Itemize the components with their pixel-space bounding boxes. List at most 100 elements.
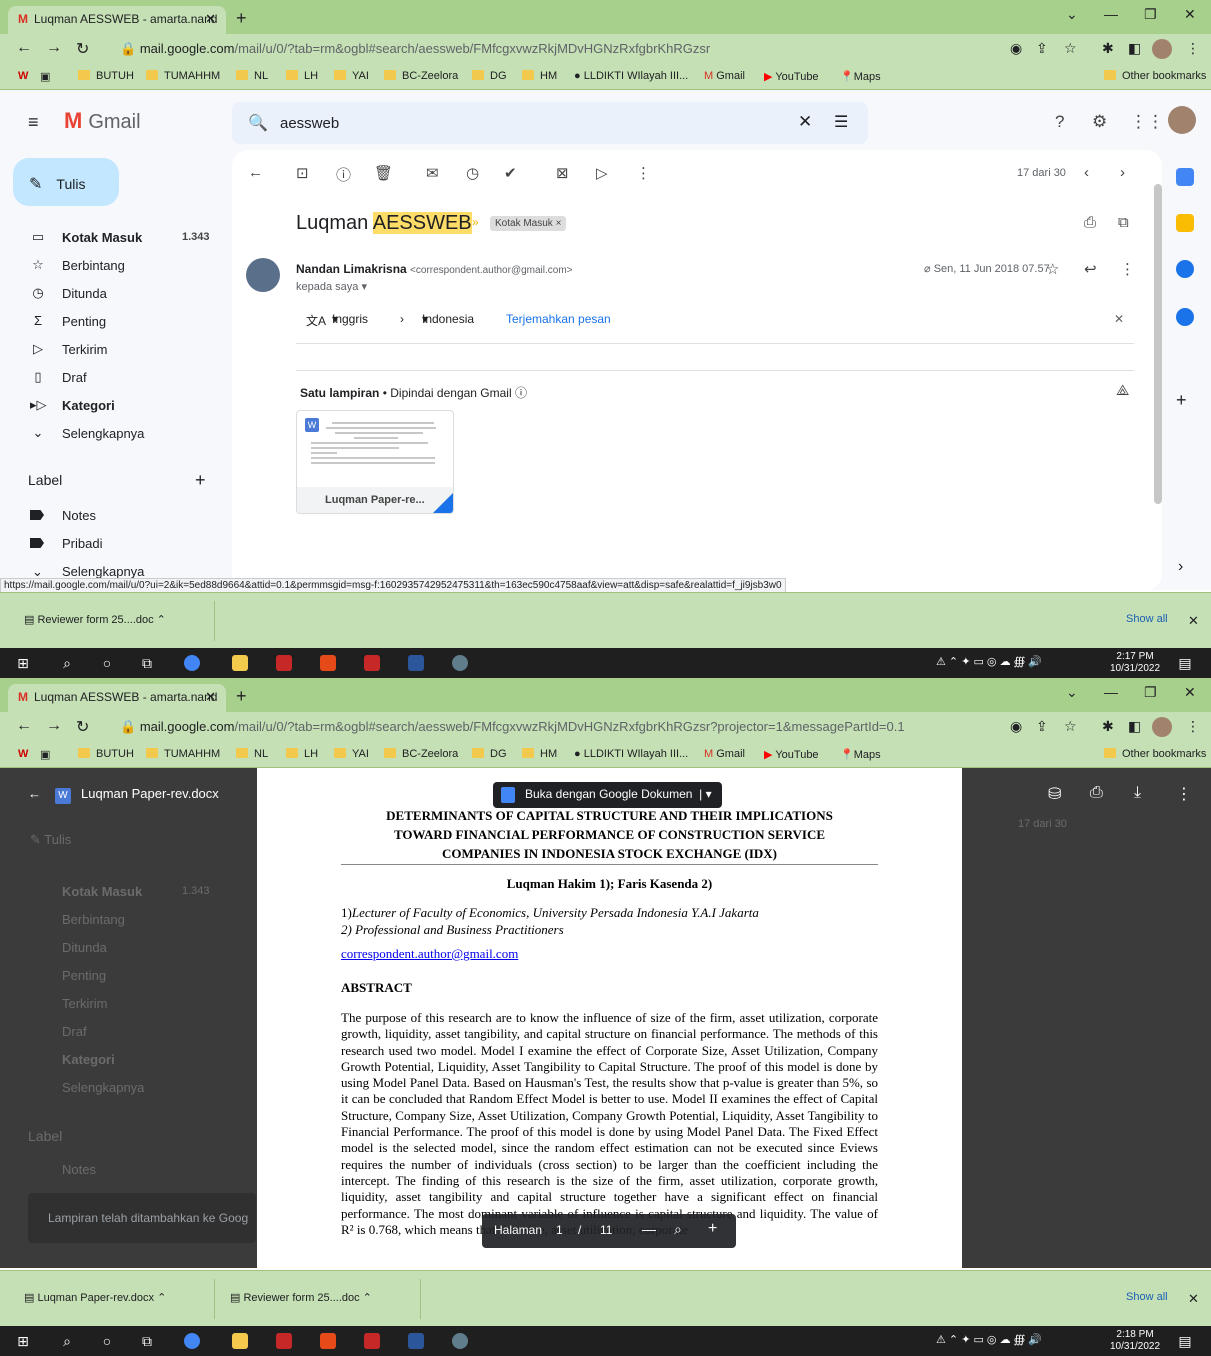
reload-icon[interactable]: ↻ — [76, 717, 89, 737]
add-addon-icon[interactable]: + — [1176, 390, 1187, 411]
label-item-more[interactable]: ⌄ Selengkapnya — [32, 564, 144, 579]
print-icon[interactable]: ⎙ — [1084, 214, 1096, 231]
acrobat-icon[interactable] — [364, 1333, 380, 1349]
delete-icon[interactable]: 🗑 — [374, 164, 393, 182]
contacts-icon[interactable] — [1176, 308, 1194, 326]
close-tab-icon[interactable]: ✕ — [205, 689, 216, 705]
file-explorer-icon[interactable] — [232, 1333, 248, 1349]
eye-icon[interactable]: ◉ — [1010, 40, 1022, 57]
word-icon[interactable] — [408, 1333, 424, 1349]
more-options-icon[interactable]: ⋮ — [1176, 784, 1192, 804]
download-item[interactable]: ▤ Luqman Paper-rev.docx ⌃ — [24, 1291, 166, 1304]
share-icon[interactable]: ⇪ — [1036, 718, 1048, 735]
show-all-downloads[interactable]: Show all — [1126, 613, 1168, 625]
sidebar-item-starred[interactable]: ☆ Berbintang — [0, 252, 220, 280]
bookmark-item[interactable]: NL — [236, 748, 268, 760]
bookmark-item[interactable]: ▶ YouTube — [764, 70, 819, 83]
bookmark-item[interactable]: 📍Maps — [840, 70, 881, 83]
sidebar-item-snoozed[interactable]: ◷ Ditunda — [0, 280, 220, 308]
close-window-icon[interactable]: ✕ — [1184, 684, 1196, 701]
importance-marker-icon[interactable]: » — [472, 215, 479, 229]
close-download-bar-icon[interactable]: ✕ — [1188, 1291, 1199, 1307]
close-tab-icon[interactable]: ✕ — [205, 11, 216, 27]
other-bookmarks[interactable]: Other bookmarks — [1104, 748, 1206, 760]
search-icon[interactable]: ⌕ — [58, 655, 76, 672]
back-icon[interactable]: ← — [16, 717, 32, 735]
clear-search-icon[interactable]: ✕ — [798, 112, 812, 132]
forward-icon[interactable]: → — [46, 39, 62, 57]
next-icon[interactable]: › — [1120, 164, 1125, 181]
bookmark-item[interactable]: M Gmail — [704, 70, 745, 82]
add-to-drive-icon[interactable]: ⛁ — [1048, 784, 1061, 804]
zoom-in-icon[interactable]: + — [708, 1220, 717, 1238]
search-options-icon[interactable]: ☰ — [834, 112, 848, 132]
bookmark-item[interactable]: M Gmail — [704, 748, 745, 760]
expand-panel-icon[interactable]: › — [1178, 558, 1183, 576]
reload-icon[interactable]: ↻ — [76, 39, 89, 59]
chrome-icon[interactable] — [184, 1333, 200, 1349]
bookmark-item[interactable]: DG — [472, 70, 507, 82]
close-window-icon[interactable]: ✕ — [1184, 6, 1196, 23]
menu-icon[interactable]: ⋮ — [1186, 718, 1200, 735]
download-item[interactable]: ▤ Reviewer form 25....doc ⌃ — [24, 613, 166, 626]
reply-icon[interactable]: ↩ — [1084, 260, 1097, 278]
close-translate-icon[interactable]: ✕ — [1114, 312, 1124, 326]
bookmark-item[interactable]: YAI — [334, 70, 369, 82]
mark-unread-icon[interactable]: ✉ — [426, 164, 439, 182]
info-icon[interactable]: ⓘ — [515, 386, 527, 400]
close-viewer-icon[interactable]: ← — [28, 786, 41, 801]
add-label-icon[interactable]: + — [195, 470, 206, 491]
back-icon[interactable]: ← — [16, 39, 32, 57]
bookmark-app-icon[interactable]: ▣ — [40, 748, 50, 761]
sidebar-item-drafts[interactable]: ▯ Draf — [0, 364, 220, 392]
previous-icon[interactable]: ‹ — [1084, 164, 1089, 181]
source-language-select[interactable]: Inggris ▾ — [332, 312, 368, 326]
bookmark-item[interactable]: NL — [236, 70, 268, 82]
chrome-profile-icon[interactable] — [452, 1333, 468, 1349]
bookmark-app-icon[interactable]: ▣ — [40, 70, 50, 83]
move-to-icon[interactable]: ⊠ — [556, 164, 569, 182]
extensions-icon[interactable]: ✱ — [1102, 40, 1114, 57]
sidebar-item-categories[interactable]: ▸▷ Kategori — [0, 392, 220, 420]
restore-icon[interactable]: ❐ — [1144, 6, 1157, 23]
sidepanel-icon[interactable]: ◧ — [1128, 40, 1141, 57]
main-menu-icon[interactable]: ≡ — [28, 112, 39, 133]
bookmark-item[interactable]: 📍Maps — [840, 748, 881, 761]
bookmark-item[interactable]: TUMAHHM — [146, 748, 220, 760]
scrollbar[interactable] — [1154, 184, 1162, 504]
cortana-icon[interactable]: ○ — [98, 655, 116, 671]
settings-gear-icon[interactable]: ⚙ — [1092, 112, 1107, 132]
search-input[interactable] — [280, 112, 780, 134]
bookmark-item[interactable]: LH — [286, 748, 318, 760]
zoom-icon[interactable]: ⌕ — [674, 1221, 682, 1238]
label-item-pribadi[interactable]: Pribadi — [30, 536, 102, 551]
close-download-bar-icon[interactable]: ✕ — [1188, 613, 1199, 629]
minimize-icon[interactable]: — — [1104, 6, 1118, 22]
translate-message-link[interactable]: Terjemahkan pesan — [506, 312, 611, 326]
cortana-icon[interactable]: ○ — [98, 1333, 116, 1349]
keep-icon[interactable] — [1176, 214, 1194, 232]
bookmark-item[interactable]: TUMAHHM — [146, 70, 220, 82]
add-to-drive-icon[interactable]: ⟁ — [1116, 382, 1129, 399]
bookmark-item[interactable]: ● LLDIKTI WIlayah III... — [574, 70, 688, 82]
sidebar-item-inbox[interactable]: ▭ Kotak Masuk 1.343 — [0, 224, 220, 252]
bookmark-item[interactable]: ● LLDIKTI WIlayah III... — [574, 748, 688, 760]
target-language-select[interactable]: Indonesia ▾ — [422, 312, 474, 326]
bookmark-item[interactable]: HM — [522, 748, 557, 760]
taskbar-clock[interactable]: 2:17 PM 10/31/2022 — [1110, 651, 1160, 675]
report-spam-icon[interactable]: ⓘ — [336, 164, 351, 185]
bookmark-item[interactable]: HM — [522, 70, 557, 82]
star-message-icon[interactable]: ☆ — [1046, 260, 1059, 278]
download-item[interactable]: ▤ Reviewer form 25....doc ⌃ — [230, 1291, 372, 1304]
profile-avatar[interactable] — [1152, 717, 1172, 737]
bookmark-item[interactable]: BUTUH — [78, 70, 134, 82]
minimize-icon[interactable]: — — [1104, 684, 1118, 700]
bookmark-item[interactable]: DG — [472, 748, 507, 760]
url-field[interactable]: 🔒 mail.google.com/mail/u/0/?tab=rm&ogbl#… — [112, 716, 1092, 738]
gmail-logo[interactable]: M Gmail — [64, 108, 141, 134]
star-icon[interactable]: ☆ — [1064, 718, 1077, 735]
notifications-icon[interactable]: ▤ — [1176, 655, 1194, 672]
apps-grid-icon[interactable]: ⋮⋮ — [1130, 112, 1164, 132]
bookmark-item[interactable]: BC-Zeelora — [384, 748, 458, 760]
menu-icon[interactable]: ⋮ — [1186, 40, 1200, 57]
